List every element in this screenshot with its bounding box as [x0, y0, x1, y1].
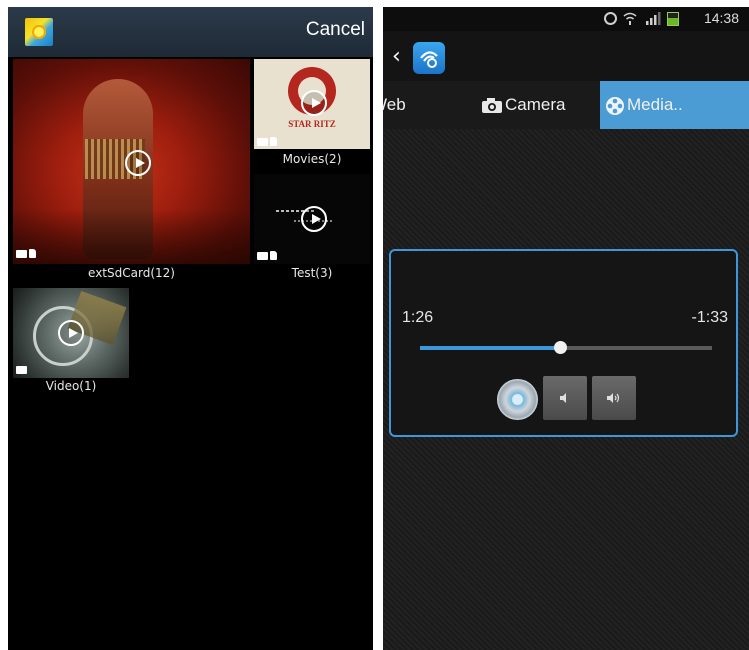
app-bar: ‹	[383, 31, 749, 81]
disc-button[interactable]	[497, 379, 538, 420]
sdcard-folder-icon	[16, 249, 38, 258]
tab-camera[interactable]: Camera	[481, 81, 581, 129]
elapsed-time: 1:26	[402, 309, 434, 326]
seek-bar-thumb[interactable]	[554, 341, 568, 354]
volume-high-icon	[607, 393, 620, 403]
tab-web-label: Web	[383, 95, 406, 114]
folder-icon	[16, 365, 38, 374]
tab-media[interactable]: Media..	[600, 81, 749, 129]
tab-bar: Web Camera Media..	[383, 81, 749, 129]
album-label-video: Video(1)	[45, 379, 97, 393]
tab-camera-label: Camera	[505, 95, 566, 114]
album-video[interactable]	[13, 288, 129, 378]
tab-web[interactable]: Web	[383, 81, 463, 129]
seek-bar[interactable]	[420, 341, 712, 354]
battery-icon	[667, 12, 679, 26]
status-bar: 14:38	[383, 7, 749, 31]
play-icon	[301, 206, 327, 232]
volume-low-icon	[560, 393, 566, 403]
app-logo-icon[interactable]	[413, 42, 445, 74]
camera-icon	[482, 97, 502, 113]
sdcard-folder-icon	[257, 137, 279, 146]
album-movies[interactable]: STAR RITZ	[254, 59, 370, 149]
album-label-test: Test(3)	[291, 266, 333, 280]
gallery-screen: Cancel extSdCard(12) STAR RITZ Movies(2)…	[8, 7, 373, 650]
play-icon	[125, 150, 151, 176]
alarm-icon	[604, 12, 617, 25]
player-panel: 1:26 -1:33	[389, 249, 738, 437]
volume-down-button[interactable]	[543, 376, 587, 420]
gallery-header: Cancel	[8, 7, 373, 57]
player-screen: 14:38 ‹ Web Camera	[383, 7, 749, 650]
back-chevron-icon[interactable]: ‹	[392, 44, 401, 69]
album-extsdcard[interactable]	[13, 59, 250, 264]
volume-up-button[interactable]	[592, 376, 636, 420]
album-test[interactable]	[254, 174, 370, 264]
seek-bar-progress	[420, 346, 561, 350]
sdcard-folder-icon	[257, 251, 279, 260]
album-label-movies: Movies(2)	[282, 152, 342, 166]
cancel-button[interactable]: Cancel	[306, 19, 365, 41]
movies-thumb-text: STAR RITZ	[288, 119, 336, 129]
wifi-icon	[623, 12, 637, 25]
remaining-time: -1:33	[691, 309, 728, 326]
gallery-app-icon	[25, 18, 53, 46]
film-reel-icon	[606, 96, 624, 115]
album-label-extsdcard: extSdCard(12)	[88, 266, 175, 280]
tab-media-label: Media..	[627, 95, 683, 114]
signal-icon	[646, 12, 661, 25]
play-icon	[301, 90, 327, 116]
play-icon	[58, 320, 84, 346]
status-clock: 14:38	[703, 10, 739, 26]
